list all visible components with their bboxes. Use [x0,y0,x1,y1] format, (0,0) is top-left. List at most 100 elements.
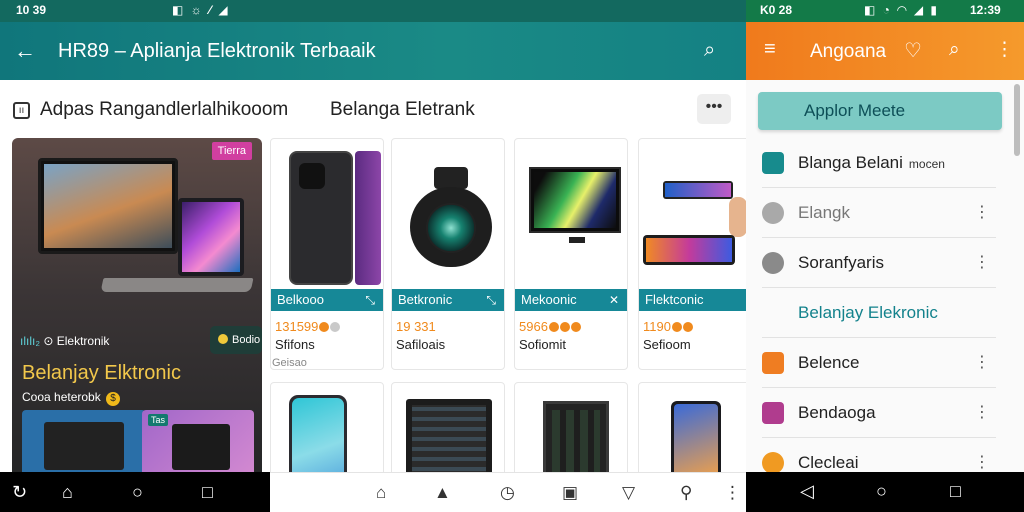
heart-icon[interactable]: ♡ [904,38,922,63]
right-phone-screen: K0 28 ◧ ◔ ◠ ◢ ▮ 12:39 ≡ Angoana ♡ ⌕ ⋮ Ap… [746,0,1024,512]
nav-more-icon[interactable]: ⋮ [724,483,741,503]
hero-title: Belanjay Elktronic [22,362,181,384]
more-vert-icon[interactable]: ⋮ [995,38,1014,61]
item-label: Belence [798,353,860,372]
section-note: Geisao [272,357,307,369]
item-icon [762,452,784,474]
section-title: Adpas Rangandlerlalhikooom [40,99,289,120]
hero-banner[interactable]: Tierra ılılı₂ ⊙ Elektronik Bodio Belanja… [12,138,262,478]
nav-shop-icon[interactable]: ▲ [434,483,451,503]
product-card[interactable]: Betkronic ⤡ 19 331 Safiloais [391,138,505,370]
item-icon [762,402,784,424]
item-icon [762,352,784,374]
search-icon[interactable]: ⌕ [704,39,715,62]
item-label: Bendaoga [798,403,876,422]
product-image [392,139,504,289]
screenshot-root: 10 39 ◧ ☼ ⁄ ◢ ← HR89 – Aplianja Elektron… [0,0,1024,512]
status-time: 10 39 [16,3,47,17]
product-name: Sofiomit [519,337,566,352]
system-nav-bar: ↻ ⌂ ○ □ [0,472,270,512]
status-icons: ◧ ☼ ⁄ ◢ [172,3,230,17]
overview-square-icon[interactable]: □ [202,482,213,503]
hero-thumbnail-1[interactable] [22,410,146,478]
status-bar: K0 28 ◧ ◔ ◠ ◢ ▮ 12:39 [746,0,1024,22]
product-card[interactable]: Flektconic 1190 Sefioom [638,138,746,370]
list-item[interactable]: Elangk ⋮ [762,188,996,238]
primary-action-button[interactable]: Applor Meete [758,92,1002,130]
product-card[interactable]: Mekoonic ✕ 5966 Sofiomit [514,138,628,370]
item-more-icon[interactable]: ⋮ [974,452,990,472]
list-item[interactable]: Belence ⋮ [762,338,996,388]
item-label: Elangk [798,203,850,222]
product-card[interactable]: Belkooo ⤡ 131599 Sfifons [270,138,384,370]
nav-gallery-icon[interactable]: ▣ [562,483,578,503]
home-circle-icon[interactable]: ○ [876,481,887,502]
product-card[interactable] [270,382,384,505]
product-price: 1190 [643,319,694,334]
back-arrow-icon[interactable]: ← [14,38,36,64]
app-title: HR89 – Aplianja Elektronik Terbaaik [58,40,376,62]
item-label: Soranfyaris [798,253,884,272]
section-header: ıı Adpas Rangandlerlalhikooom Belanga El… [0,90,746,130]
list-section-header: Belanjay Elekronic [762,288,996,338]
search-icon[interactable]: ⌕ [949,39,960,61]
product-price: 19 331 [396,319,436,334]
laptop-image [100,198,254,298]
app-bar: ≡ Angoana ♡ ⌕ ⋮ [746,22,1024,80]
section-label: Belanjay Elekronic [798,303,938,322]
item-icon [762,252,784,274]
overview-square-icon[interactable]: □ [950,481,961,502]
hero-chip[interactable]: Bodio [210,326,262,354]
product-card[interactable] [638,382,746,482]
nav-history-icon[interactable]: ◷ [500,483,515,503]
status-clock: 12:39 [970,3,1001,17]
list-item[interactable]: Blanga Belani mocen [762,138,996,188]
product-tag: Betkronic ⤡ [392,289,504,311]
item-label: Clecleai [798,453,859,472]
app-title: Angoana [810,41,887,62]
status-time: K0 28 [760,3,793,17]
product-name: Sefioom [643,337,691,352]
item-more-icon[interactable]: ⋮ [974,402,990,422]
item-label: Blanga Belani mocen [798,153,945,172]
hero-brand: ılılı₂ ⊙ Elektronik [20,334,110,348]
product-tag: Belkooo ⤡ [271,289,383,311]
hero-thumbnail-2[interactable]: Tas [142,410,254,478]
item-more-icon[interactable]: ⋮ [974,252,990,272]
bottom-nav: ⌂ ▲ ◷ ▣ ▽ ⚲ ⋮ [270,472,746,512]
item-icon [762,152,784,174]
menu-icon[interactable]: ≡ [764,38,776,61]
app-bar: ← HR89 – Aplianja Elektronik Terbaaik ⌕ [0,22,746,80]
product-image [543,401,609,483]
product-image [406,399,492,483]
product-price: 131599 [275,319,341,334]
product-tag: Mekoonic ✕ [515,289,627,311]
product-price: 5966 [519,319,582,334]
section-subtitle[interactable]: Belanga Eletrank [330,99,475,121]
item-more-icon[interactable]: ⋮ [974,352,990,372]
product-card[interactable] [514,382,628,483]
back-icon[interactable]: ◁ [800,481,814,502]
nav-profile-icon[interactable]: ⚲ [680,483,692,503]
status-bar: 10 39 ◧ ☼ ⁄ ◢ [0,0,746,22]
product-image [671,401,721,481]
home-icon[interactable]: ⌂ [62,482,73,503]
recent-apps-icon[interactable]: ↻ [12,482,27,503]
nav-home-icon[interactable]: ⌂ [376,483,386,503]
left-phone-screen: 10 39 ◧ ☼ ⁄ ◢ ← HR89 – Aplianja Elektron… [0,0,746,512]
scrollbar[interactable] [1014,84,1020,156]
list-item[interactable]: Soranfyaris ⋮ [762,238,996,288]
hero-subtitle: Cooa heterobk $ [22,390,121,406]
product-image [271,139,383,289]
more-options-button[interactable]: ••• [697,94,731,124]
home-circle-icon[interactable]: ○ [132,482,143,503]
product-tag: Flektconic [639,289,746,311]
product-image [515,139,627,289]
status-icons: ◧ ◔ ◠ ◢ ▮ [864,3,939,17]
list-item[interactable]: Bendaoga ⋮ [762,388,996,438]
product-card[interactable] [391,382,505,483]
category-icon: ıı [13,102,30,119]
nav-filter-icon[interactable]: ▽ [622,483,635,503]
item-more-icon[interactable]: ⋮ [974,202,990,222]
menu-list: Blanga Belani mocen Elangk ⋮ Soranfyaris … [746,138,1012,488]
